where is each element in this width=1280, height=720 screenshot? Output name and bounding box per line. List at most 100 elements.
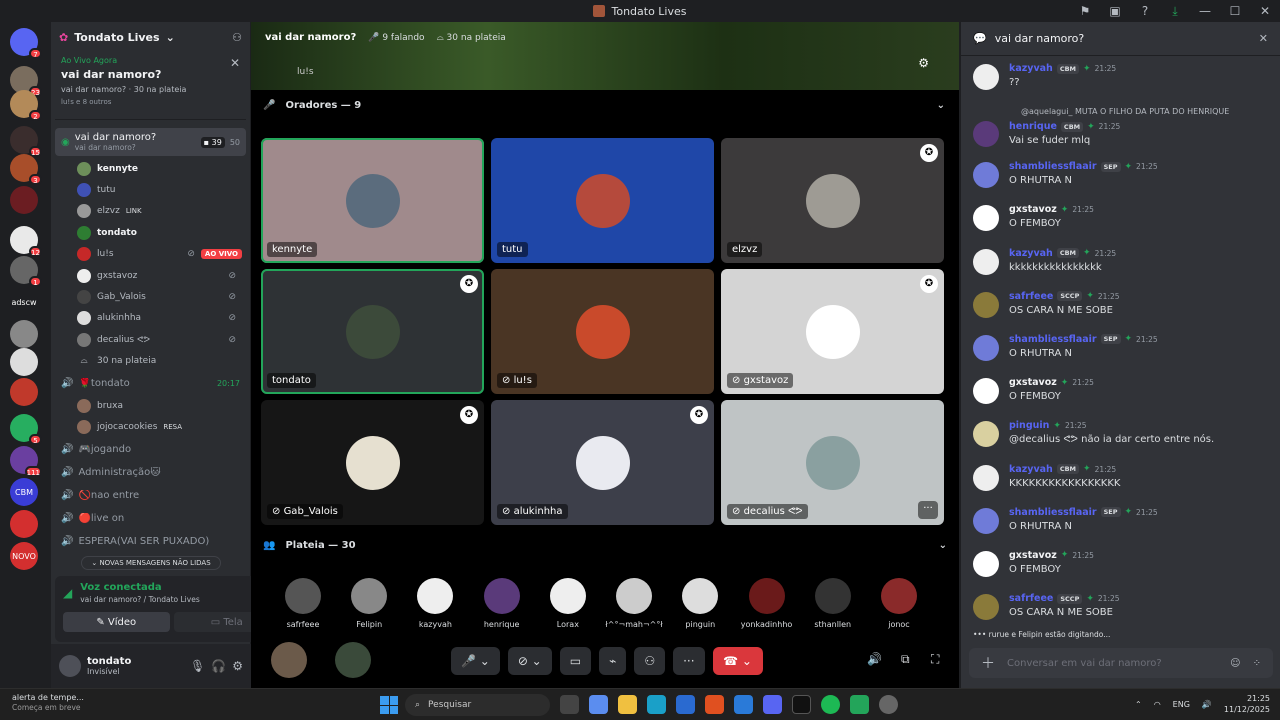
channel-vai-dar-namoro[interactable]: ◉ vai dar namoro? vai dar namoro? ▪ 39 5… xyxy=(55,128,246,156)
copilot-icon[interactable] xyxy=(589,695,608,714)
more-button[interactable]: ··· xyxy=(673,647,705,675)
audience-header[interactable]: 👥 Plateia — 30 ⌄ xyxy=(263,540,947,551)
apps-icon[interactable]: ⁘ xyxy=(1253,658,1261,669)
avatar[interactable] xyxy=(973,378,999,405)
activity-button[interactable]: ⚇ xyxy=(634,647,666,675)
close-icon[interactable]: ✕ xyxy=(230,56,240,70)
voice-member[interactable]: tutu xyxy=(51,179,250,200)
stream-button[interactable]: ⌁ xyxy=(599,647,627,675)
audience-member[interactable]: jonoc xyxy=(867,578,931,629)
more-options-button[interactable]: ··· xyxy=(918,501,938,519)
voice-member[interactable]: alukinhha ⊘ xyxy=(51,308,250,329)
voice-member[interactable]: kennyte xyxy=(51,158,250,179)
wifi-icon[interactable]: ◠ xyxy=(1154,700,1161,709)
app-icon[interactable] xyxy=(850,695,869,714)
server-icon[interactable]: 5 xyxy=(10,414,42,445)
server-icon[interactable]: 12 xyxy=(10,226,42,257)
message-author[interactable]: shambliessflaair xyxy=(1009,334,1097,345)
avatar[interactable] xyxy=(973,205,999,232)
chevron-down-icon[interactable]: ⌄ xyxy=(939,540,947,551)
camera-button[interactable]: ⊘ ⌄ xyxy=(507,647,552,675)
voice-member[interactable]: Gab_Valois ⊘ xyxy=(51,286,250,307)
lang-indicator[interactable]: ENG xyxy=(1173,700,1190,709)
video-button[interactable]: ✎ Vídeo xyxy=(63,612,170,632)
chat-input[interactable]: ＋ Conversar em vai dar namoro? ☺ ⁘ xyxy=(969,648,1273,678)
voice-member[interactable]: elzvz LINK xyxy=(51,201,250,222)
message-author[interactable]: kazyvah xyxy=(1009,63,1053,74)
audience-member[interactable]: Lorax xyxy=(536,578,600,629)
speaker-tile[interactable]: kennyte xyxy=(261,138,484,263)
server-icon[interactable] xyxy=(10,378,38,406)
volume-icon[interactable]: 🔊 xyxy=(1202,700,1212,709)
search-box[interactable]: ⌕ Pesquisar xyxy=(405,694,550,716)
avatar[interactable] xyxy=(973,594,999,621)
speaker-tile[interactable]: ⊘ lu!s xyxy=(491,269,714,394)
emoji-icon[interactable]: ☺ xyxy=(1230,658,1240,669)
voice-member[interactable]: gxstavoz ⊘ xyxy=(51,265,250,286)
gear-icon[interactable]: ⚙ xyxy=(232,659,243,673)
headphones-icon[interactable]: 🎧 xyxy=(211,659,226,673)
voice-member[interactable]: bruxa xyxy=(51,395,250,416)
reply-preview[interactable]: @aquelagui_ MUTA O FILHO DA PUTA DO HENR… xyxy=(961,107,1280,121)
popout-icon[interactable]: ⧉ xyxy=(901,652,910,667)
message-author[interactable]: henrique xyxy=(1009,121,1057,132)
start-icon[interactable] xyxy=(380,696,398,714)
voice-member[interactable]: tondato xyxy=(51,222,250,243)
voice-member[interactable]: lu!s ⊘ AO VIVO xyxy=(51,244,250,265)
server-icon[interactable] xyxy=(10,510,38,538)
weather-widget[interactable]: alerta de tempe... Começa em breve xyxy=(12,693,84,713)
microphone-button[interactable]: 🎤 ⌄ xyxy=(451,647,500,675)
maximize-button[interactable]: ☐ xyxy=(1220,4,1250,18)
inbox-icon[interactable]: ▣ xyxy=(1100,4,1130,18)
plus-icon[interactable]: ＋ xyxy=(981,653,995,673)
server-icon[interactable]: 111 xyxy=(10,446,42,477)
message-author[interactable]: shambliessflaair xyxy=(1009,507,1097,518)
avatar[interactable] xyxy=(973,464,999,491)
clock[interactable]: 21:25 11/12/2025 xyxy=(1224,693,1270,715)
audience-line[interactable]: ⌓ 30 na plateia xyxy=(51,351,250,372)
gear-icon[interactable]: ⚙ xyxy=(918,56,929,70)
avatar[interactable] xyxy=(973,248,999,275)
speaker-tile[interactable]: ⊘ decalius ᕙᕗ ··· xyxy=(721,400,944,525)
server-icon[interactable]: 1 xyxy=(10,256,42,287)
message-author[interactable]: shambliessflaair xyxy=(1009,161,1097,172)
task-view-icon[interactable] xyxy=(560,695,579,714)
message-author[interactable]: safrfeee xyxy=(1009,291,1053,302)
speaker-tile[interactable]: ⊘ gxstavoz ✪ xyxy=(721,269,944,394)
server-icon[interactable]: adscw xyxy=(10,288,38,316)
store-icon[interactable] xyxy=(676,695,695,714)
server-icon[interactable] xyxy=(10,348,38,376)
server-icon[interactable] xyxy=(10,186,38,214)
voice-member[interactable]: decalius ᕙᕗ ⊘ xyxy=(51,329,250,350)
audience-member[interactable]: kazyvah xyxy=(403,578,467,629)
avatar[interactable] xyxy=(973,507,999,534)
voice-channel[interactable]: 🔊 🔴live on xyxy=(51,507,250,530)
share-screen-button[interactable]: ▭ xyxy=(559,647,592,675)
voice-channel[interactable]: 🔊 🎮jogando xyxy=(51,438,250,461)
voice-channel[interactable]: 🔊 ESPERA(VAI SER PUXADO) xyxy=(51,530,250,553)
message-author[interactable]: kazyvah xyxy=(1009,464,1053,475)
spotify-icon[interactable] xyxy=(821,695,840,714)
fullscreen-icon[interactable]: ⛶ xyxy=(931,652,939,667)
audience-member[interactable]: Felipin xyxy=(337,578,401,629)
server-icon[interactable]: 7 xyxy=(10,28,42,59)
voice-channel[interactable]: 🔊 🚫nao entre xyxy=(51,484,250,507)
message-author[interactable]: gxstavoz xyxy=(1009,550,1057,561)
speaker-tile[interactable]: tutu xyxy=(491,138,714,263)
mail-icon[interactable] xyxy=(734,695,753,714)
audience-member[interactable]: ł^°¬mah¬^°ł xyxy=(602,578,666,629)
stream-preview[interactable]: vai dar namoro? 🎤 9 falando ⌓ 30 na plat… xyxy=(251,22,959,90)
message-author[interactable]: pinguin xyxy=(1009,420,1049,431)
minimize-button[interactable]: — xyxy=(1190,4,1220,18)
hang-up-button[interactable]: ☎ ⌄ xyxy=(712,647,763,675)
audience-member[interactable]: yonkadinhho xyxy=(735,578,799,629)
server-icon[interactable]: 2 xyxy=(10,90,42,121)
close-button[interactable]: ✕ xyxy=(1250,4,1280,18)
avatar[interactable] xyxy=(973,162,999,189)
voice-channel[interactable]: 🔊 🌹tondato 20:17 xyxy=(51,372,250,395)
close-icon[interactable]: ✕ xyxy=(1259,32,1268,45)
audience-avatar[interactable] xyxy=(271,642,307,678)
settings-icon[interactable] xyxy=(879,695,898,714)
message-author[interactable]: safrfeee xyxy=(1009,593,1053,604)
server-icon[interactable] xyxy=(10,320,38,348)
